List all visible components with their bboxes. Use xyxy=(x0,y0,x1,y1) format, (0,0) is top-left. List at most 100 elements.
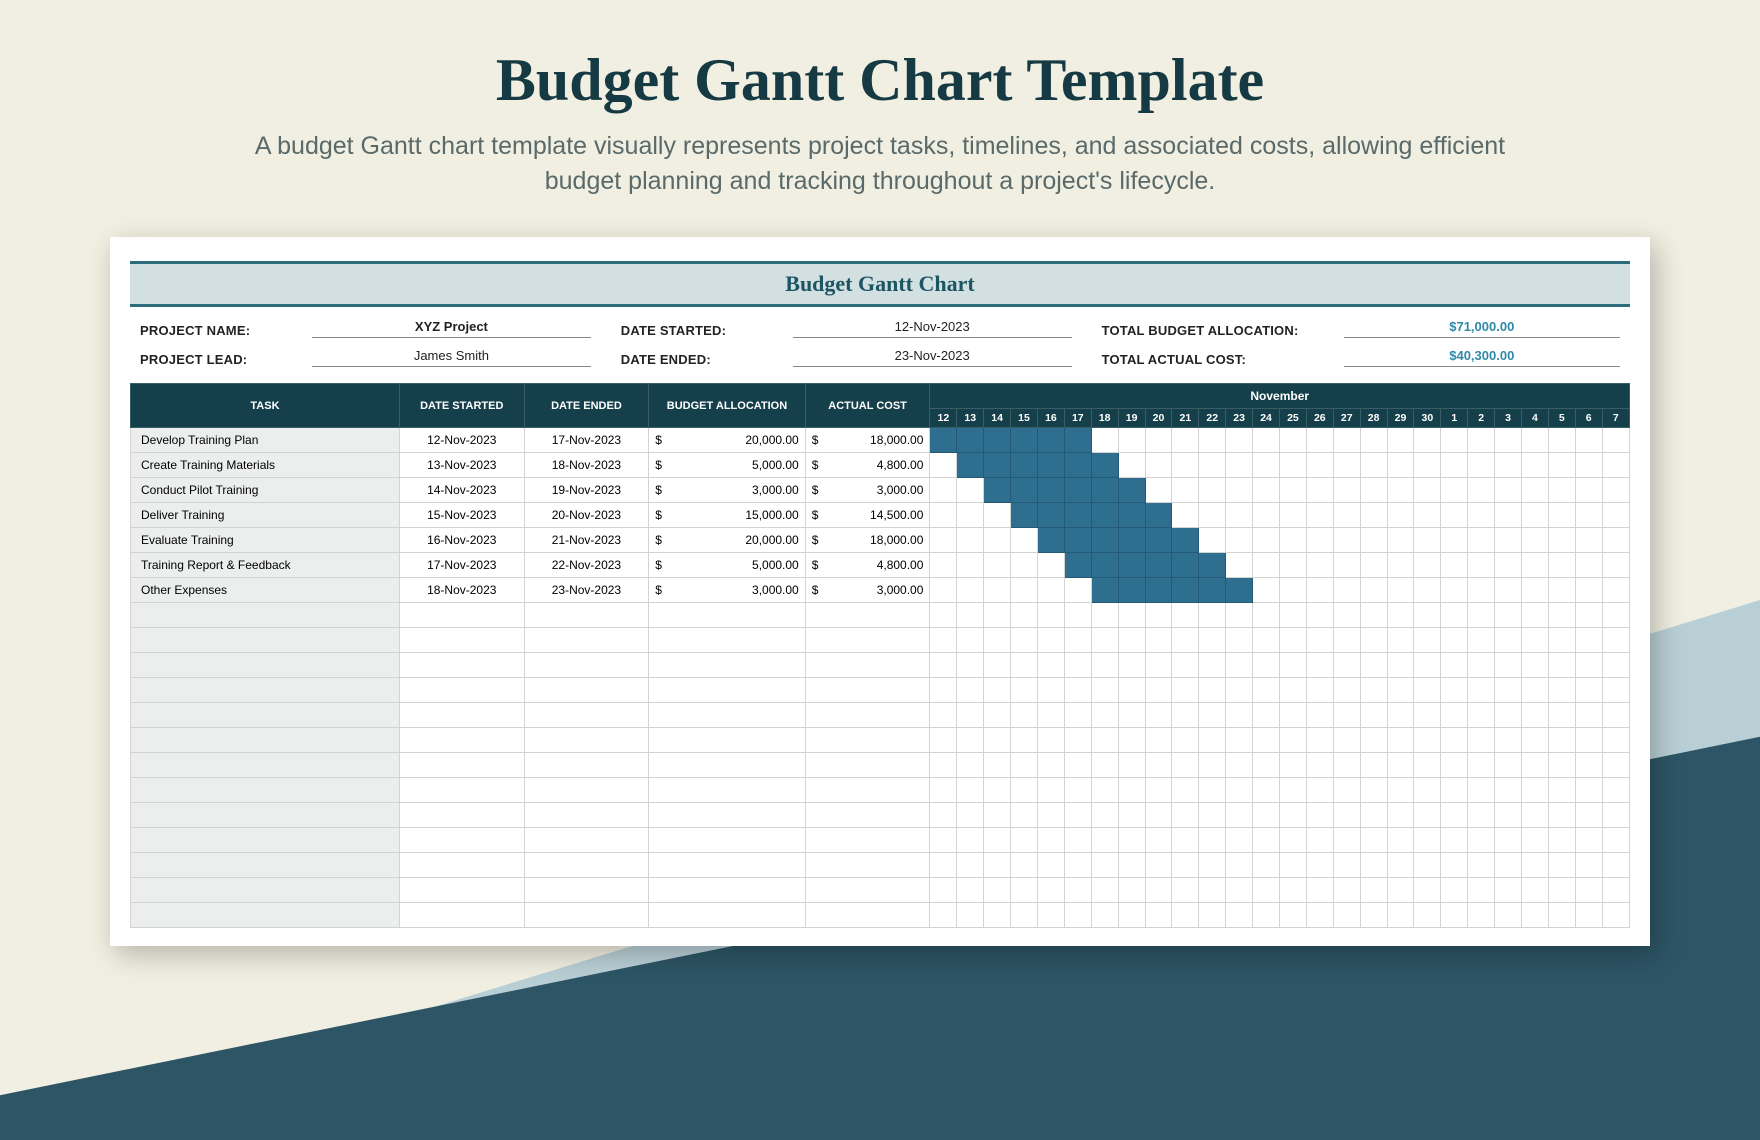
gantt-cell[interactable] xyxy=(1172,903,1199,928)
gantt-cell[interactable] xyxy=(1172,728,1199,753)
gantt-cell[interactable] xyxy=(957,453,984,478)
gantt-cell[interactable] xyxy=(1495,478,1522,503)
gantt-cell[interactable] xyxy=(1360,478,1387,503)
gantt-cell[interactable] xyxy=(1602,578,1629,603)
gantt-cell[interactable] xyxy=(1172,628,1199,653)
gantt-cell[interactable] xyxy=(957,628,984,653)
gantt-cell[interactable] xyxy=(1253,853,1280,878)
gantt-cell[interactable] xyxy=(1011,778,1038,803)
gantt-cell[interactable] xyxy=(1253,678,1280,703)
gantt-cell[interactable] xyxy=(1387,628,1414,653)
gantt-cell[interactable] xyxy=(1199,728,1226,753)
gantt-cell[interactable] xyxy=(1091,553,1118,578)
gantt-cell[interactable] xyxy=(1575,503,1602,528)
gantt-cell[interactable] xyxy=(1441,678,1468,703)
gantt-cell[interactable] xyxy=(930,753,957,778)
gantt-cell[interactable] xyxy=(1360,703,1387,728)
task-cell[interactable] xyxy=(131,778,400,803)
gantt-cell[interactable] xyxy=(1360,803,1387,828)
gantt-cell[interactable] xyxy=(1522,578,1549,603)
gantt-cell[interactable] xyxy=(1011,753,1038,778)
col-date-started[interactable]: DATE STARTED xyxy=(399,384,524,428)
gantt-cell[interactable] xyxy=(1279,753,1306,778)
task-cell[interactable]: Other Expenses xyxy=(131,578,400,603)
gantt-cell[interactable] xyxy=(1253,453,1280,478)
gantt-cell[interactable] xyxy=(1172,578,1199,603)
gantt-cell[interactable] xyxy=(1548,753,1575,778)
gantt-cell[interactable] xyxy=(1548,578,1575,603)
gantt-cell[interactable] xyxy=(1522,503,1549,528)
gantt-cell[interactable] xyxy=(1360,503,1387,528)
gantt-cell[interactable] xyxy=(1091,628,1118,653)
gantt-cell[interactable] xyxy=(1145,753,1172,778)
gantt-cell[interactable] xyxy=(1037,628,1064,653)
task-cell[interactable] xyxy=(131,903,400,928)
gantt-cell[interactable] xyxy=(1495,803,1522,828)
empty-cell[interactable] xyxy=(399,753,524,778)
gantt-cell[interactable] xyxy=(1414,528,1441,553)
gantt-cell[interactable] xyxy=(1548,853,1575,878)
gantt-cell[interactable] xyxy=(1495,853,1522,878)
gantt-cell[interactable] xyxy=(1575,603,1602,628)
gantt-cell[interactable] xyxy=(1145,803,1172,828)
gantt-cell[interactable] xyxy=(930,603,957,628)
gantt-cell[interactable] xyxy=(1279,503,1306,528)
gantt-cell[interactable] xyxy=(1037,528,1064,553)
gantt-cell[interactable] xyxy=(1011,553,1038,578)
gantt-cell[interactable] xyxy=(1118,603,1145,628)
gantt-cell[interactable] xyxy=(1172,703,1199,728)
gantt-cell[interactable] xyxy=(1441,778,1468,803)
task-cell[interactable] xyxy=(131,628,400,653)
gantt-cell[interactable] xyxy=(1414,778,1441,803)
gantt-cell[interactable] xyxy=(1468,728,1495,753)
gantt-cell[interactable] xyxy=(1091,703,1118,728)
gantt-cell[interactable] xyxy=(1387,428,1414,453)
gantt-cell[interactable] xyxy=(1011,453,1038,478)
gantt-cell[interactable] xyxy=(1091,478,1118,503)
gantt-cell[interactable] xyxy=(1602,528,1629,553)
gantt-cell[interactable] xyxy=(1306,753,1333,778)
gantt-cell[interactable] xyxy=(1064,603,1091,628)
gantt-cell[interactable] xyxy=(1333,503,1360,528)
gantt-cell[interactable] xyxy=(1522,653,1549,678)
gantt-cell[interactable] xyxy=(1037,678,1064,703)
gantt-cell[interactable] xyxy=(1226,478,1253,503)
gantt-cell[interactable] xyxy=(1468,678,1495,703)
gantt-cell[interactable] xyxy=(1360,553,1387,578)
gantt-cell[interactable] xyxy=(1441,453,1468,478)
gantt-cell[interactable] xyxy=(1037,803,1064,828)
gantt-cell[interactable] xyxy=(957,578,984,603)
gantt-cell[interactable] xyxy=(1011,628,1038,653)
money-cell[interactable]: $3,000.00 xyxy=(805,478,930,503)
gantt-cell[interactable] xyxy=(1199,803,1226,828)
empty-cell[interactable] xyxy=(649,678,805,703)
gantt-cell[interactable] xyxy=(1602,653,1629,678)
gantt-cell[interactable] xyxy=(1199,578,1226,603)
gantt-cell[interactable] xyxy=(930,728,957,753)
empty-cell[interactable] xyxy=(649,628,805,653)
gantt-cell[interactable] xyxy=(1333,478,1360,503)
gantt-cell[interactable] xyxy=(1253,478,1280,503)
task-cell[interactable] xyxy=(131,653,400,678)
empty-cell[interactable] xyxy=(649,853,805,878)
empty-cell[interactable] xyxy=(399,853,524,878)
gantt-cell[interactable] xyxy=(1253,428,1280,453)
gantt-cell[interactable] xyxy=(1253,778,1280,803)
gantt-cell[interactable] xyxy=(1387,553,1414,578)
gantt-cell[interactable] xyxy=(1360,628,1387,653)
gantt-cell[interactable] xyxy=(957,903,984,928)
start-date-cell[interactable]: 18-Nov-2023 xyxy=(399,578,524,603)
gantt-cell[interactable] xyxy=(1279,628,1306,653)
gantt-cell[interactable] xyxy=(1064,853,1091,878)
gantt-cell[interactable] xyxy=(1064,878,1091,903)
gantt-cell[interactable] xyxy=(1333,678,1360,703)
gantt-cell[interactable] xyxy=(1091,453,1118,478)
gantt-cell[interactable] xyxy=(1199,453,1226,478)
gantt-cell[interactable] xyxy=(1279,428,1306,453)
gantt-cell[interactable] xyxy=(1387,703,1414,728)
gantt-cell[interactable] xyxy=(1387,828,1414,853)
gantt-cell[interactable] xyxy=(1414,828,1441,853)
gantt-cell[interactable] xyxy=(1011,503,1038,528)
empty-cell[interactable] xyxy=(524,703,649,728)
gantt-cell[interactable] xyxy=(1575,528,1602,553)
